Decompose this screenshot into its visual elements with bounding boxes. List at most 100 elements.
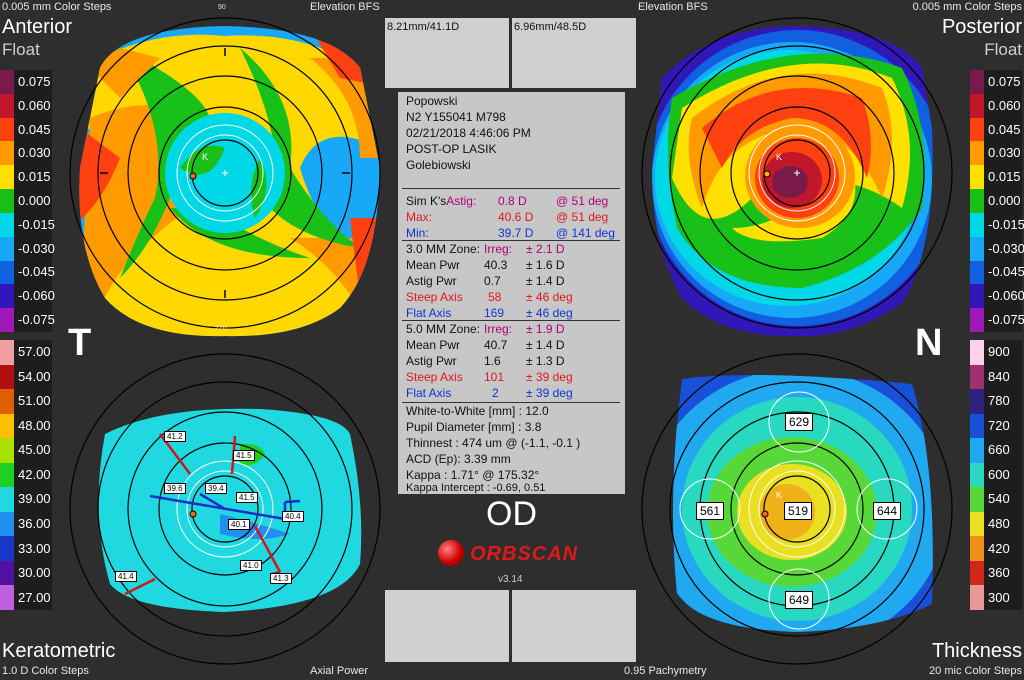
scale-label: 0.015 (18, 169, 51, 185)
zone5-steep-dev: ± 39 deg (526, 370, 573, 384)
sim-k-box-right: 6.96mm/48.5D (512, 18, 636, 88)
scale-label: 42.00 (18, 466, 51, 482)
zone5-flat-value: 2 (492, 386, 499, 400)
scale-label: 45.00 (18, 442, 51, 458)
posterior-elevation-map[interactable]: K (632, 8, 962, 338)
scale-swatch (0, 236, 14, 261)
scale-label: 900 (988, 344, 1010, 360)
scale-swatch (970, 189, 984, 213)
scale-label: 0.060 (18, 97, 51, 113)
scale-swatch (970, 536, 984, 561)
scale-swatch (970, 389, 984, 414)
svg-text:K: K (202, 152, 208, 162)
scale-step: 720 (970, 413, 1022, 439)
scale-swatch (0, 340, 14, 365)
scale-swatch (970, 93, 984, 118)
scale-step: 0.045 (970, 117, 1022, 142)
scale-step: 33.00 (0, 536, 52, 561)
scale-step: 0.060 (970, 93, 1022, 118)
kappa: Kappa : 1.71° @ 175.32° (406, 468, 540, 482)
scale-step: -0.060 (970, 284, 1024, 309)
scale-step: -0.015 (970, 212, 1024, 237)
scale-swatch (0, 117, 14, 142)
scale-step: 48.00 (0, 413, 52, 439)
scale-label: -0.060 (988, 288, 1024, 304)
sim-k-max-axis: @ 51 deg (556, 210, 609, 224)
scale-label: 420 (988, 540, 1010, 556)
zone5-astig-value: 1.6 (484, 354, 501, 368)
kappa-intercept: Kappa Intercept : -0.69, 0.51 (406, 482, 546, 494)
scale-swatch (970, 141, 984, 166)
zone5-steep-label: Steep Axis (406, 370, 463, 384)
kerato-value-label: 39.6 (164, 483, 186, 494)
scale-step: 42.00 (0, 462, 52, 488)
kerato-value-label: 41.0 (240, 560, 262, 571)
thickness-value-bottom: 649 (785, 591, 814, 609)
kerato-value-label: 40.1 (228, 519, 250, 530)
scale-step: 27.00 (0, 585, 52, 610)
scale-label: -0.075 (18, 312, 55, 328)
pupil-diameter: Pupil Diameter [mm] : 3.8 (406, 420, 542, 434)
scale-step: 0.000 (0, 189, 52, 213)
eye-label: OD (486, 495, 537, 533)
scale-step: 45.00 (0, 438, 52, 463)
brand-name: ORBSCAN (470, 543, 579, 565)
kerato-value-label: 39.4 (205, 483, 227, 494)
scale-step: 0.000 (970, 189, 1022, 213)
zone3-flat-dev: ± 46 deg (526, 306, 573, 320)
thickness-value-top: 629 (785, 413, 814, 431)
scale-swatch (0, 308, 14, 332)
scale-swatch (970, 585, 984, 610)
scale-label: -0.015 (18, 216, 55, 232)
zone3-astig-label: Astig Pwr (406, 274, 457, 288)
white-to-white: White-to-White [mm] : 12.0 (406, 404, 549, 418)
scale-swatch (970, 462, 984, 488)
sim-k-min-axis: @ 141 deg (556, 226, 615, 240)
scale-step: 0.060 (0, 93, 52, 118)
scale-step: -0.045 (0, 260, 55, 285)
svg-text:K: K (776, 152, 782, 162)
sim-k-max-value: 40.6 D (498, 210, 534, 224)
sim-k-astig-value: 0.8 D (498, 194, 527, 208)
scale-label: 840 (988, 368, 1010, 384)
patient-id: N2 Y155041 M798 (406, 110, 506, 124)
zone5-mean-value: 40.7 (484, 338, 508, 352)
sim-k-min-value: 39.7 D (498, 226, 534, 240)
scale-swatch (0, 560, 14, 586)
scale-swatch (0, 141, 14, 166)
sim-k-min-label: Min: (406, 226, 429, 240)
ring-tick-270: 270 (215, 325, 227, 332)
scale-step: -0.030 (0, 236, 55, 261)
orbscan-logo-icon (438, 540, 464, 566)
svg-text:K: K (776, 490, 782, 500)
sim-k-label: Sim K'sAstig: (406, 194, 477, 208)
thickness-value-center: 519 (784, 502, 813, 520)
scale-step: 0.075 (0, 70, 52, 94)
scale-swatch (970, 117, 984, 142)
scale-label: 51.00 (18, 393, 51, 409)
kerato-scale: 57.00 54.00 51.00 48.00 45.00 42.00 39.00 36.00… (0, 340, 52, 610)
kerato-value-label: 41.5 (236, 492, 258, 503)
scale-swatch (0, 165, 14, 190)
anterior-subtitle: Float (2, 40, 40, 59)
scale-swatch (970, 308, 984, 332)
scale-step: 36.00 (0, 511, 52, 537)
anterior-elevation-map[interactable]: K (60, 8, 390, 338)
scale-step: 39.00 (0, 487, 52, 512)
scale-step: -0.015 (0, 212, 55, 237)
scale-label: 780 (988, 393, 1010, 409)
keratometric-map[interactable] (60, 344, 390, 674)
scale-step: -0.075 (970, 308, 1024, 332)
scale-step: -0.045 (970, 260, 1024, 285)
zone5-astig-dev: ± 1.3 D (526, 354, 565, 368)
scale-swatch (0, 260, 14, 285)
scale-swatch (0, 511, 14, 537)
scale-label: -0.030 (988, 240, 1024, 256)
zone3-steep-label: Steep Axis (406, 290, 463, 304)
elevation-scale-left: 0.075 0.060 0.045 0.030 0.015 0.000 -0.015 -0.0… (0, 70, 55, 332)
zone5-astig-label: Astig Pwr (406, 354, 457, 368)
scale-label: 540 (988, 491, 1010, 507)
scale-step: 57.00 (0, 340, 52, 365)
thickness-scale: 900 840 780 720 660 600 540 480 420 360 300 (970, 340, 1022, 610)
scale-step: -0.075 (0, 308, 55, 332)
